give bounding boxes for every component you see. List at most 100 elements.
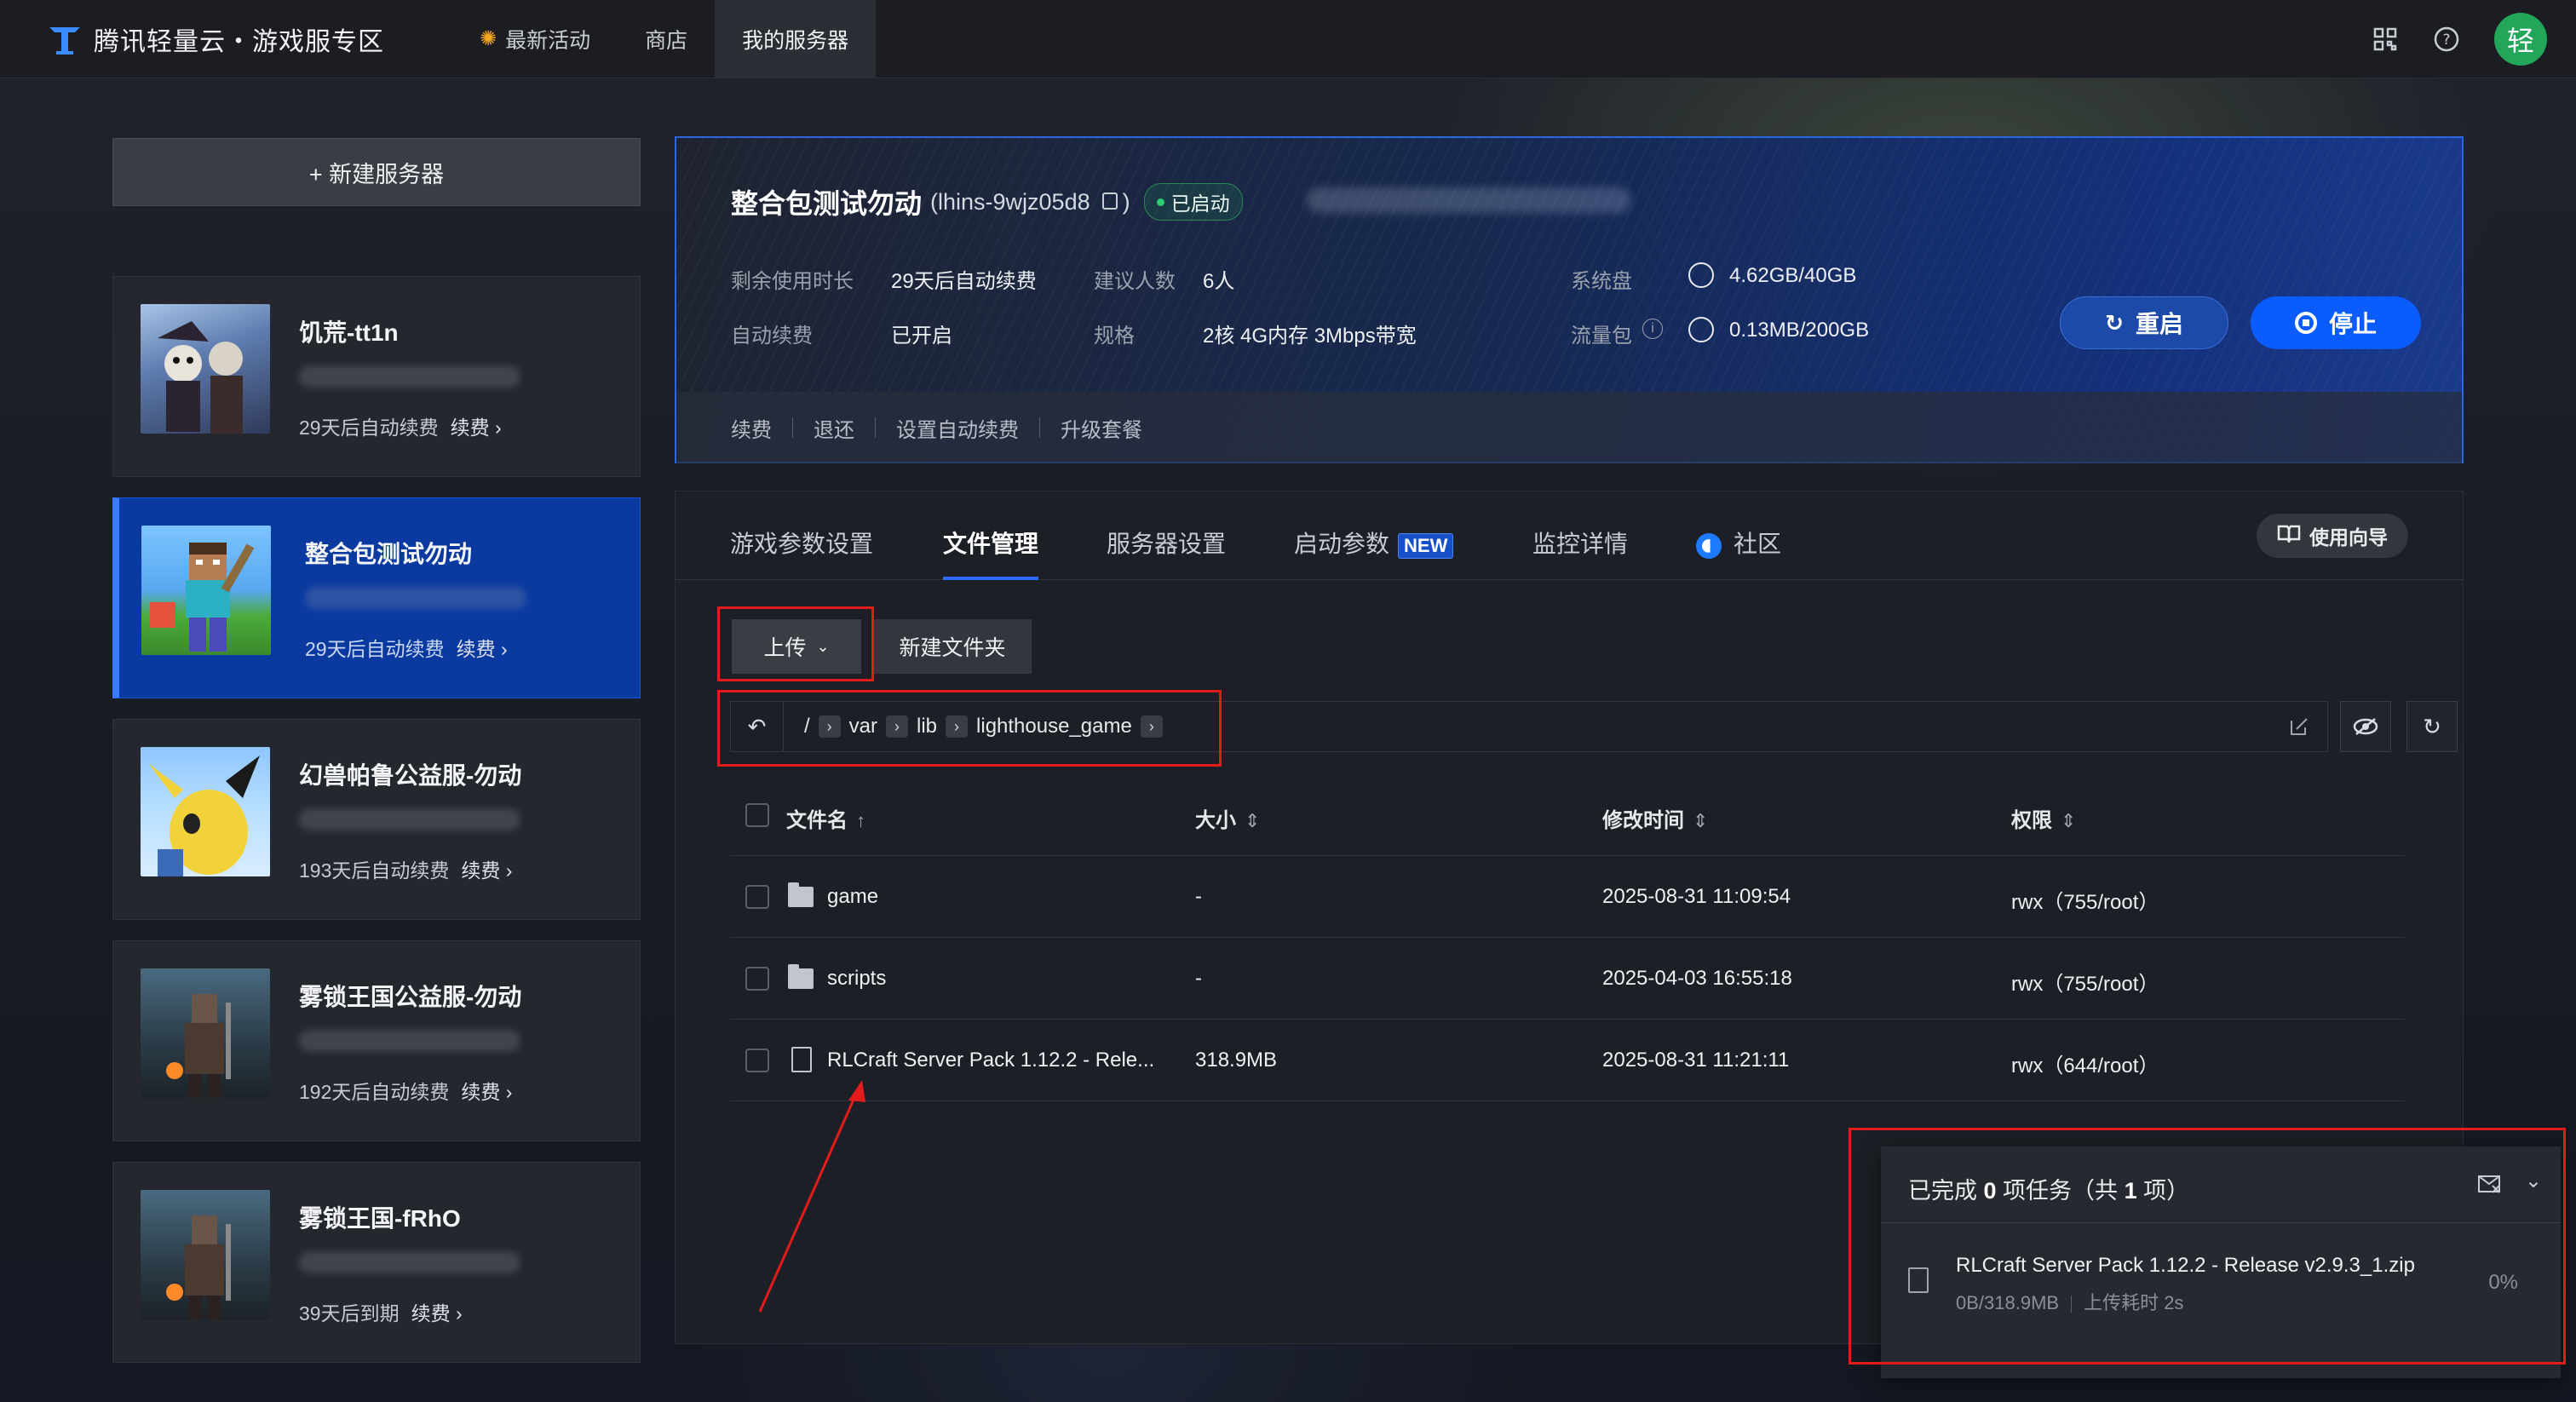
brand[interactable]: 腾讯轻量云・游戏服专区 (46, 0, 384, 78)
stop-button[interactable]: 停止 (2251, 296, 2421, 349)
tab-server-settings[interactable]: 服务器设置 (1107, 526, 1226, 560)
help-icon[interactable]: ? (2433, 26, 2460, 53)
copy-icon[interactable] (1101, 192, 1118, 210)
redacted-text (299, 808, 520, 830)
task-summary-text: 项） (2136, 1178, 2190, 1204)
breadcrumb-item[interactable]: lighthouse_game (976, 715, 1132, 738)
edit-path-icon[interactable] (2288, 715, 2310, 738)
breadcrumb-root[interactable]: / (804, 715, 810, 738)
row-checkbox[interactable] (745, 885, 769, 909)
tab-community[interactable]: 社区 (1696, 526, 1781, 560)
stop-icon (2294, 312, 2317, 334)
info-icon[interactable]: i (1642, 319, 1663, 339)
file-icon (791, 1047, 812, 1072)
server-info-panel: 整合包测试勿动 (lhins-9wjz05d8) 已启动 剩余使用时长 29天后… (675, 136, 2464, 463)
renew-link[interactable]: 续费 › (451, 417, 502, 439)
nav-item-events[interactable]: ✺ 最新活动 (452, 0, 618, 78)
nav-item-my-servers[interactable]: 我的服务器 (715, 0, 877, 78)
server-card[interactable]: 幻兽帕鲁公益服-勿动 193天后自动续费 续费 › (112, 719, 641, 920)
chevron-right-icon[interactable]: › (946, 715, 969, 738)
traffic-label: 流量包 (1571, 325, 1632, 348)
new-folder-button[interactable]: 新建文件夹 (873, 619, 1032, 674)
footer-link-refund[interactable]: 退还 (814, 413, 854, 443)
players-label: 建议人数 (1094, 270, 1176, 293)
server-name: 雾锁王国-fRhO (299, 1205, 461, 1232)
footer-link-autorenew[interactable]: 设置自动续费 (896, 413, 1019, 443)
table-row[interactable]: scripts - 2025-04-03 16:55:18 rwx（755/ro… (730, 938, 2405, 1020)
server-card[interactable]: 雾锁王国公益服-勿动 192天后自动续费 续费 › (112, 940, 641, 1141)
remaining-label: 剩余使用时长 (731, 270, 854, 293)
qr-code-icon[interactable] (2372, 26, 2399, 53)
server-card-active[interactable]: 整合包测试勿动 29天后自动续费 续费 › (112, 497, 641, 698)
chevron-right-icon[interactable]: › (886, 715, 909, 738)
file-name[interactable]: RLCraft Server Pack 1.12.2 - Rele... (827, 1049, 1154, 1072)
row-checkbox[interactable] (745, 1049, 769, 1072)
spec-label: 规格 (1094, 325, 1135, 348)
tab-launch-params[interactable]: 启动参数 NEW (1294, 526, 1454, 560)
file-size: - (1195, 967, 1202, 990)
nav-item-label: 最新活动 (505, 28, 591, 53)
restart-button[interactable]: ↻ 重启 (2060, 296, 2228, 349)
file-permission: rwx（755/root） (2011, 891, 2159, 914)
info-footer-links: 续费 退还 设置自动续费 升级套餐 (676, 392, 2462, 463)
table-row[interactable]: RLCraft Server Pack 1.12.2 - Rele... 318… (730, 1020, 2405, 1101)
server-name: 雾锁王国公益服-勿动 (299, 984, 522, 1010)
disk-label: 系统盘 (1571, 270, 1632, 293)
renew-text: 39天后到期 (299, 1302, 400, 1324)
guide-button[interactable]: 使用向导 (2257, 514, 2408, 558)
folder-icon (788, 882, 814, 907)
file-name[interactable]: scripts (827, 967, 886, 991)
nav-item-shop[interactable]: 商店 (618, 0, 715, 78)
refresh-button[interactable]: ↻ (2406, 701, 2458, 752)
traffic-value: 0.13MB/200GB (1729, 319, 1870, 342)
column-name[interactable]: 文件名 ↑ (786, 803, 865, 833)
renew-link[interactable]: 续费 › (411, 1302, 463, 1324)
tab-monitoring[interactable]: 监控详情 (1532, 526, 1628, 560)
divider (875, 417, 876, 438)
tab-game-params[interactable]: 游戏参数设置 (730, 526, 873, 560)
upload-button[interactable]: 上传 ⌄ (732, 619, 861, 674)
file-modified: 2025-08-31 11:09:54 (1602, 885, 1791, 908)
server-thumbnail (141, 526, 271, 655)
renew-text: 29天后自动续费 (305, 638, 445, 660)
file-size: - (1195, 885, 1202, 908)
renew-info: 29天后自动续费 续费 › (305, 633, 508, 662)
column-permission[interactable]: 权限 ⇕ (2011, 803, 2076, 833)
server-title-row: 整合包测试勿动 (lhins-9wjz05d8) 已启动 (731, 182, 1243, 221)
chevron-right-icon[interactable]: › (818, 715, 841, 738)
select-all-checkbox[interactable] (745, 803, 769, 827)
server-card[interactable]: 饥荒-tt1n 29天后自动续费 续费 › (112, 276, 641, 477)
task-summary-text: 项任务（共 (1996, 1178, 2125, 1204)
hidden-files-toggle[interactable] (2340, 701, 2391, 752)
back-button[interactable]: ↶ (731, 702, 784, 751)
total-count: 1 (2124, 1178, 2137, 1204)
breadcrumb-item[interactable]: var (849, 715, 877, 738)
collapse-icon[interactable]: ⌄ (2525, 1169, 2542, 1193)
restart-icon: ↻ (2105, 309, 2124, 336)
divider (1039, 417, 1040, 438)
table-row[interactable]: game - 2025-08-31 11:09:54 rwx（755/root） (730, 856, 2405, 938)
renew-link[interactable]: 续费 › (457, 638, 508, 660)
avatar[interactable]: 轻 (2494, 13, 2547, 66)
upload-elapsed-text: 上传耗时 2s (2084, 1292, 2184, 1313)
autorenew-label: 自动续费 (731, 325, 813, 348)
clear-tasks-icon[interactable] (2477, 1174, 2503, 1198)
file-name[interactable]: game (827, 885, 878, 909)
column-label: 大小 (1195, 809, 1236, 832)
footer-link-renew[interactable]: 续费 (731, 413, 772, 443)
lighthouse-logo-icon (46, 22, 83, 56)
row-checkbox[interactable] (745, 967, 769, 991)
column-modified[interactable]: 修改时间 ⇕ (1602, 803, 1708, 833)
breadcrumb-item[interactable]: lib (917, 715, 937, 738)
column-size[interactable]: 大小 ⇕ (1195, 803, 1260, 833)
tab-file-management[interactable]: 文件管理 (943, 526, 1038, 560)
renew-link[interactable]: 续费 › (461, 1081, 512, 1103)
guide-label: 使用向导 (2309, 526, 2388, 549)
server-card[interactable]: 雾锁王国-fRhO 39天后到期 续费 › (112, 1162, 641, 1363)
footer-link-upgrade[interactable]: 升级套餐 (1061, 413, 1142, 443)
divider (792, 417, 793, 438)
chevron-right-icon[interactable]: › (1140, 715, 1163, 738)
new-server-button[interactable]: + 新建服务器 (112, 138, 641, 206)
redacted-text (1307, 187, 1630, 213)
renew-link[interactable]: 续费 › (461, 859, 512, 882)
